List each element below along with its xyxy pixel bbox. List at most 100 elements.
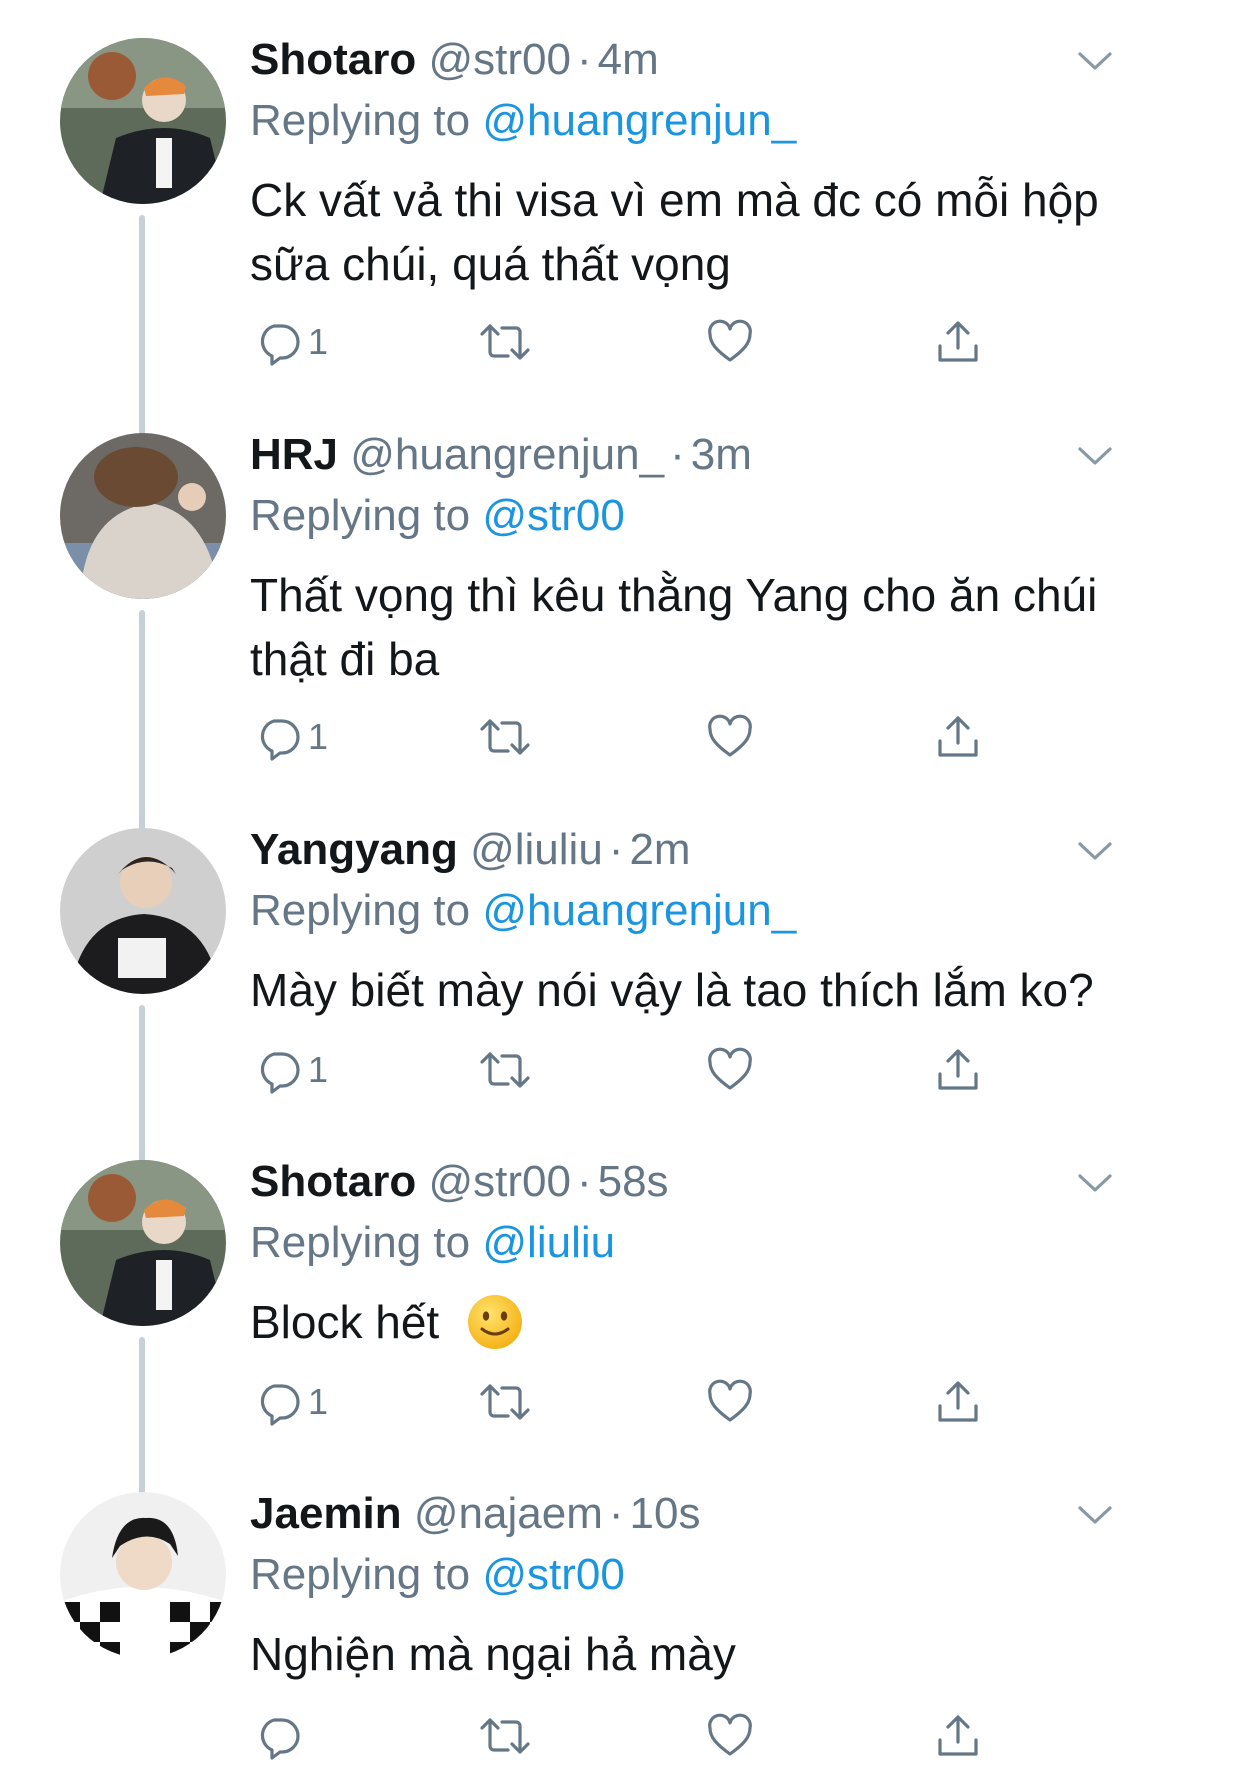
share-button[interactable] xyxy=(934,1040,982,1100)
reply-count: 1 xyxy=(308,716,329,757)
thread-connector xyxy=(139,215,145,450)
separator-dot: · xyxy=(576,1157,592,1206)
tweet-actions: 1 xyxy=(250,707,1030,767)
retweet-button[interactable] xyxy=(478,312,532,372)
tweet[interactable]: Yangyang @liuliu · 2m Replying to @huangre… xyxy=(0,820,1242,1177)
timestamp[interactable]: 58s xyxy=(598,1157,669,1206)
replying-to: Replying to @str00 xyxy=(250,1544,625,1606)
avatar-photo-icon xyxy=(60,433,226,599)
tweet-text-content: Block hết xyxy=(250,1296,440,1348)
like-button[interactable] xyxy=(706,1040,754,1100)
replying-to: Replying to @huangrenjun_ xyxy=(250,880,796,942)
mention-link[interactable]: @huangrenjun_ xyxy=(482,96,796,145)
tweet-actions: 1 xyxy=(250,1040,1030,1100)
avatar[interactable] xyxy=(60,828,226,994)
reply-icon xyxy=(260,324,300,366)
avatar-photo-icon xyxy=(60,1160,226,1326)
share-button[interactable] xyxy=(934,312,982,372)
separator-dot: · xyxy=(670,430,685,479)
tweet-actions: 1 xyxy=(250,1372,1030,1432)
avatar[interactable] xyxy=(60,433,226,599)
retweet-button[interactable] xyxy=(478,707,532,767)
retweet-button[interactable] xyxy=(478,1372,532,1432)
replying-label: Replying to xyxy=(250,1550,471,1599)
replying-label: Replying to xyxy=(250,96,471,145)
user-handle[interactable]: @str00 xyxy=(428,35,570,84)
reply-thread: Shotaro @str00 · 4m Replying to @huangrenj… xyxy=(0,0,1242,1787)
chevron-down-icon[interactable] xyxy=(1074,830,1116,872)
share-icon xyxy=(938,1049,978,1090)
user-handle[interactable]: @najaem xyxy=(414,1489,603,1538)
replying-to: Replying to @str00 xyxy=(250,485,625,547)
reply-button[interactable]: 1 xyxy=(254,1372,328,1432)
share-button[interactable] xyxy=(934,1706,982,1766)
tweet[interactable]: Shotaro @str00 · 4m Replying to @huangrenj… xyxy=(0,30,1242,450)
like-button[interactable] xyxy=(706,1706,754,1766)
share-icon xyxy=(938,1715,978,1756)
retweet-icon xyxy=(480,1052,530,1088)
avatar-photo-icon xyxy=(60,1492,226,1658)
tweet-header: Shotaro @str00 · 4m xyxy=(250,30,659,90)
display-name[interactable]: Yangyang xyxy=(250,825,458,874)
reply-icon xyxy=(260,1384,300,1426)
like-button[interactable] xyxy=(706,312,754,372)
avatar-photo-icon xyxy=(60,828,226,994)
reply-button[interactable]: 1 xyxy=(254,312,328,372)
tweet-header: Jaemin @najaem · 10s xyxy=(250,1484,700,1544)
heart-icon xyxy=(708,1047,752,1090)
slightly-smiling-face-icon xyxy=(468,1294,522,1349)
user-handle[interactable]: @huangrenjun_ xyxy=(350,430,664,479)
tweet-actions: 1 xyxy=(250,312,1030,372)
mention-link[interactable]: @str00 xyxy=(482,1550,624,1599)
share-icon xyxy=(938,716,978,757)
user-handle[interactable]: @str00 xyxy=(428,1157,570,1206)
tweet-text: Ck vất vả thi visa vì em mà đc có mỗi hộ… xyxy=(250,174,1099,290)
separator-dot: · xyxy=(608,825,624,874)
tweet[interactable]: HRJ @huangrenjun_ · 3m Replying to @str00 … xyxy=(0,425,1242,845)
tweet-text: Nghiện mà ngại hả mày xyxy=(250,1628,736,1680)
replying-to: Replying to @huangrenjun_ xyxy=(250,90,796,152)
chevron-down-icon[interactable] xyxy=(1074,1494,1116,1536)
like-button[interactable] xyxy=(706,1372,754,1432)
like-button[interactable] xyxy=(706,707,754,767)
reply-icon xyxy=(260,1052,300,1094)
user-handle[interactable]: @liuliu xyxy=(470,825,603,874)
share-button[interactable] xyxy=(934,707,982,767)
chevron-down-icon[interactable] xyxy=(1074,40,1116,82)
reply-count: 1 xyxy=(308,1381,329,1422)
tweet[interactable]: Shotaro @str00 · 58s Replying to @liuliu B… xyxy=(0,1152,1242,1509)
tweet-text: Thất vọng thì kêu thằng Yang cho ăn chúi… xyxy=(250,569,1098,685)
mention-link[interactable]: @str00 xyxy=(482,491,624,540)
avatar[interactable] xyxy=(60,1492,226,1658)
display-name[interactable]: Shotaro xyxy=(250,1157,416,1206)
chevron-down-icon[interactable] xyxy=(1074,435,1116,477)
display-name[interactable]: HRJ xyxy=(250,430,338,479)
avatar[interactable] xyxy=(60,38,226,204)
display-name[interactable]: Jaemin xyxy=(250,1489,402,1538)
reply-count: 1 xyxy=(308,321,329,362)
tweet[interactable]: Jaemin @najaem · 10s Replying to @str00 Ng… xyxy=(0,1484,1242,1787)
reply-count: 1 xyxy=(308,1049,329,1090)
retweet-button[interactable] xyxy=(478,1706,532,1766)
reply-button[interactable]: 1 xyxy=(254,1040,328,1100)
mention-link[interactable]: @liuliu xyxy=(482,1218,615,1267)
retweet-icon xyxy=(480,324,530,360)
timestamp[interactable]: 2m xyxy=(629,825,690,874)
display-name[interactable]: Shotaro xyxy=(250,35,416,84)
replying-label: Replying to xyxy=(250,491,471,540)
mention-link[interactable]: @huangrenjun_ xyxy=(482,886,796,935)
reply-button[interactable] xyxy=(254,1706,308,1766)
share-button[interactable] xyxy=(934,1372,982,1432)
reply-button[interactable]: 1 xyxy=(254,707,328,767)
chevron-down-icon[interactable] xyxy=(1074,1162,1116,1204)
avatar[interactable] xyxy=(60,1160,226,1326)
timestamp[interactable]: 4m xyxy=(598,35,659,84)
separator-dot: · xyxy=(576,35,592,84)
retweet-button[interactable] xyxy=(478,1040,532,1100)
timestamp[interactable]: 10s xyxy=(630,1489,701,1538)
heart-icon xyxy=(708,1379,752,1422)
timestamp[interactable]: 3m xyxy=(691,430,752,479)
tweet-actions xyxy=(250,1706,1030,1766)
replying-to: Replying to @liuliu xyxy=(250,1212,615,1274)
tweet-text: Mày biết mày nói vậy là tao thích lắm ko… xyxy=(250,964,1094,1016)
